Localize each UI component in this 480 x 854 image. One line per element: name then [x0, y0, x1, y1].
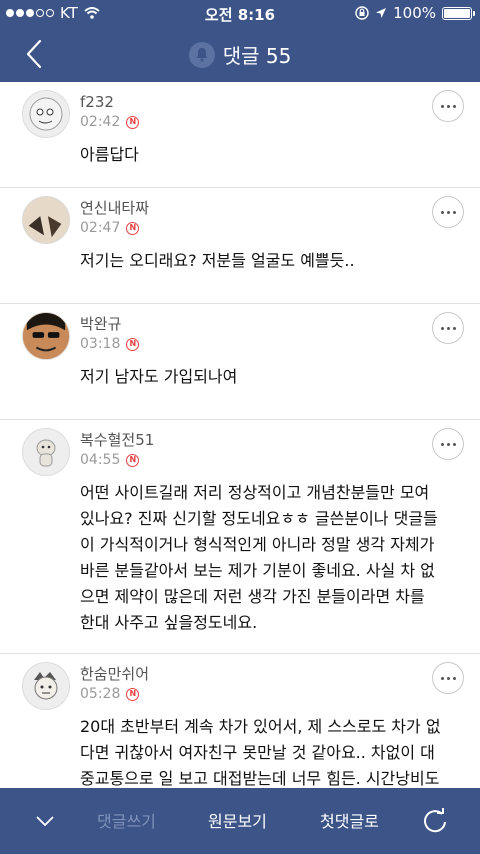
comment-time: 05:28	[80, 686, 121, 702]
comment-text: 아름답다	[80, 145, 139, 164]
comment-meta: 05:28 N	[80, 686, 460, 702]
battery-icon	[442, 6, 475, 20]
comment-author[interactable]: f232	[80, 92, 460, 112]
avatar-icon	[36, 439, 56, 467]
more-options-button[interactable]	[432, 312, 464, 344]
comment-meta: 03:18 N	[80, 336, 460, 352]
chevron-down-icon	[36, 816, 54, 826]
more-options-button[interactable]	[432, 90, 464, 122]
battery-percent: 100%	[393, 4, 436, 22]
location-icon	[376, 8, 387, 18]
avatar[interactable]	[22, 196, 70, 244]
comment-author[interactable]: 한숨만쉬어	[80, 664, 460, 684]
comment-time: 02:42	[80, 114, 121, 130]
comment-item: f232 02:42 N 아름답다	[0, 82, 480, 188]
new-badge: N	[126, 221, 140, 235]
comment-list[interactable]: f232 02:42 N 아름답다 연신내타짜 02:47 N 저기는 오디래요…	[0, 82, 480, 788]
header-title: 댓글 55	[0, 40, 480, 69]
more-options-button[interactable]	[432, 428, 464, 460]
bell-icon[interactable]	[188, 41, 215, 68]
new-badge: N	[126, 453, 140, 467]
more-options-button[interactable]	[432, 196, 464, 228]
status-bar: KT 오전 8:16 100%	[0, 0, 480, 26]
avatar[interactable]	[22, 662, 70, 710]
scroll-down-button[interactable]	[30, 806, 60, 836]
comment-time: 03:18	[80, 336, 121, 352]
comment-time: 02:47	[80, 220, 121, 236]
comment-author[interactable]: 복수혈전51	[80, 430, 460, 450]
comment-time: 04:55	[80, 452, 121, 468]
comment-item: 박완규 03:18 N 저기 남자도 가입되나여	[0, 304, 480, 420]
new-badge: N	[126, 115, 140, 129]
rotation-lock-icon	[355, 6, 369, 20]
comment-item: 연신내타짜 02:47 N 저기는 오디래요? 저분들 얼굴도 예쁠듯..	[0, 188, 480, 304]
comment-text: 20대 초반부터 계속 차가 있어서, 제 스스로도 차가 없 다면 귀찮아서 …	[80, 717, 441, 788]
avatar[interactable]	[22, 312, 70, 360]
header: 댓글 55	[0, 26, 480, 82]
view-original-button[interactable]: 원문보기	[208, 808, 267, 832]
comment-text: 어떤 사이트길래 저리 정상적이고 개념찬분들만 모여 있나요? 진짜 신기할 …	[80, 483, 438, 632]
avatar[interactable]	[22, 428, 70, 476]
comment-meta: 02:42 N	[80, 114, 460, 130]
bottom-toolbar: 댓글쓰기 원문보기 첫댓글로	[0, 788, 480, 854]
comment-text: 저기 남자도 가입되나여	[80, 367, 238, 386]
first-comment-button[interactable]: 첫댓글로	[320, 808, 379, 832]
avatar-icon	[29, 97, 63, 131]
more-options-button[interactable]	[432, 662, 464, 694]
avatar-icon	[23, 197, 69, 243]
comment-meta: 02:47 N	[80, 220, 460, 236]
status-right: 100%	[355, 4, 475, 22]
new-badge: N	[126, 337, 140, 351]
refresh-icon	[424, 808, 446, 833]
write-comment-button[interactable]: 댓글쓰기	[97, 808, 156, 832]
refresh-button[interactable]	[418, 804, 452, 838]
avatar[interactable]	[22, 90, 70, 138]
avatar-icon	[23, 313, 69, 359]
comment-text: 저기는 오디래요? 저분들 얼굴도 예쁠듯..	[80, 251, 355, 270]
comment-item: 한숨만쉬어 05:28 N 20대 초반부터 계속 차가 있어서, 제 스스로도…	[0, 654, 480, 788]
comment-author[interactable]: 박완규	[80, 314, 460, 334]
app: KT 오전 8:16 100% 댓글 55 f232 02:42 N 아름답다 …	[0, 0, 480, 854]
comment-item: 복수혈전51 04:55 N 어떤 사이트길래 저리 정상적이고 개념찬분들만 …	[0, 420, 480, 654]
avatar-icon	[34, 672, 58, 700]
comment-meta: 04:55 N	[80, 452, 460, 468]
page-title: 댓글 55	[222, 44, 292, 68]
comment-author[interactable]: 연신내타짜	[80, 198, 460, 218]
new-badge: N	[126, 687, 140, 701]
